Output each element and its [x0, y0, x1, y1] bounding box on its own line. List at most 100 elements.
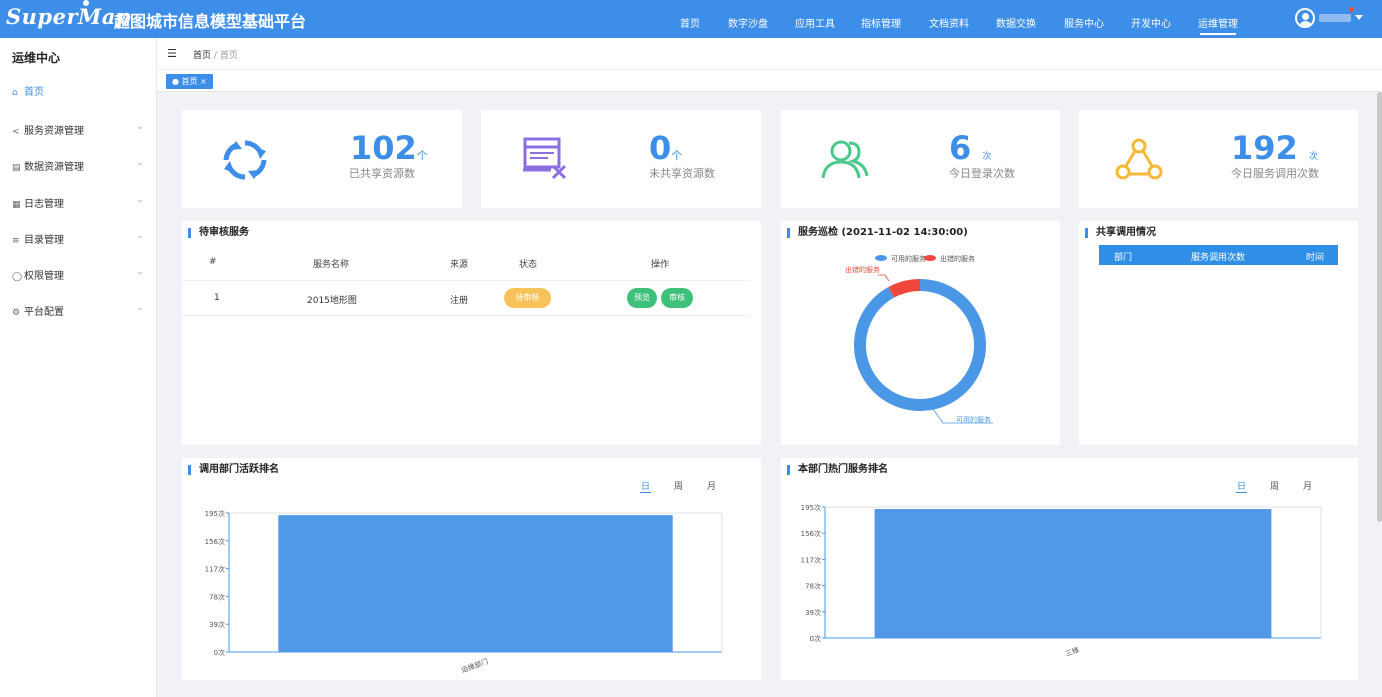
x-tick-label: 三维 — [1064, 645, 1080, 658]
unshared-icon — [523, 137, 567, 180]
scrollbar[interactable] — [1377, 92, 1382, 522]
sidebar-item-data-resources[interactable]: ▤ 数据资源管理 ⌄ — [12, 158, 144, 178]
nav-service-center[interactable]: 服务中心 — [1064, 15, 1104, 30]
stat-unit: 次 — [1308, 152, 1318, 162]
nav-dev-center[interactable]: 开发中心 — [1131, 15, 1171, 30]
stat-label: 今日服务调用次数 — [1231, 167, 1319, 180]
row-divider — [182, 315, 750, 316]
stat-label: 已共享资源数 — [349, 167, 415, 180]
table-header-index: # — [209, 257, 217, 267]
nav-digital-sandbox[interactable]: 数字沙盘 — [728, 15, 768, 30]
chevron-down-icon: ⌄ — [136, 231, 144, 241]
home-icon: ⌂ — [12, 88, 18, 98]
share-usage-table-header: 部门 服务调用次数 时间 — [1099, 245, 1338, 265]
nav-app-tools[interactable]: 应用工具 — [795, 15, 835, 30]
sidebar-item-label: 服务资源管理 — [24, 126, 84, 137]
nav-indicator-mgmt[interactable]: 指标管理 — [861, 15, 901, 30]
donut-slices — [854, 279, 986, 411]
breadcrumb-bar: ☰ 首页 / 首页 — [157, 38, 1382, 70]
table-header-time: 时间 — [1306, 253, 1325, 263]
row-service-name: 2015地形图 — [307, 296, 357, 306]
chevron-down-icon: ⌄ — [136, 122, 144, 132]
stat-value: 0个 — [649, 132, 682, 164]
service-inspection-panel: 服务巡检 (2021-11-02 14:30:00) 可用的服务 出错的服务 出… — [781, 221, 1060, 445]
table-header-actions: 操作 — [651, 260, 670, 270]
stat-label: 未共享资源数 — [649, 167, 715, 180]
y-tick-label: 195次 — [205, 509, 225, 518]
nav-documents[interactable]: 文档资料 — [929, 15, 969, 30]
sidebar-item-permissions[interactable]: ◯ 权限管理 ⌄ — [12, 267, 144, 287]
tab-bar: ● 首页 × — [157, 70, 1382, 92]
panel-title: 共享调用情况 — [1085, 228, 1156, 238]
preview-button[interactable]: 预览 — [627, 288, 657, 308]
sidebar-item-catalog[interactable]: ≡ 目录管理 ⌄ — [12, 231, 144, 251]
chevron-down-icon: ⌄ — [136, 303, 144, 313]
service-donut-chart: 可用的服务 出错的服务 出错的服务 可用的服务 — [845, 254, 993, 424]
donut-slice-ok — [854, 279, 986, 411]
error-slice-label: 出错的服务 — [845, 265, 880, 274]
breadcrumb-current: 首页 — [219, 51, 238, 61]
legend-error-swatch — [924, 255, 936, 261]
stat-unit: 次 — [982, 152, 992, 162]
breadcrumb-root[interactable]: 首页 — [193, 51, 211, 61]
stat-unit: 个 — [416, 149, 428, 162]
stat-card-shared: 102个 已共享资源数 — [182, 110, 462, 208]
donut-slice-error — [888, 279, 920, 298]
y-tick-label: 156次 — [205, 537, 225, 546]
sidebar-item-home[interactable]: ⌂ 首页 — [12, 83, 144, 103]
list-icon: ≡ — [12, 236, 20, 246]
legend-error: 出错的服务 — [924, 254, 975, 263]
stat-value: 192 次 — [1231, 132, 1318, 164]
stat-card-service-calls: 192 次 今日服务调用次数 — [1079, 110, 1358, 208]
table-header-name: 服务名称 — [313, 260, 350, 270]
stat-label: 今日登录次数 — [949, 167, 1015, 180]
nav-data-exchange[interactable]: 数据交换 — [996, 15, 1036, 30]
error-leader-line — [878, 274, 890, 282]
nav-home[interactable]: 首页 — [680, 15, 700, 30]
y-tick-label: 195次 — [801, 503, 821, 512]
ok-slice-label: 可用的服务 — [956, 415, 991, 424]
dept-ranking-chart: 0次 39次 78次 117次 156次 195次运维部门 — [205, 509, 723, 675]
bar — [874, 509, 1272, 638]
stat-number: 6 — [949, 129, 972, 167]
notification-dot — [1349, 7, 1354, 12]
nav-ops-mgmt[interactable]: 运维管理 — [1198, 15, 1238, 35]
chevron-down-icon: ⌄ — [136, 195, 144, 205]
x-tick-label: 运维部门 — [460, 657, 489, 675]
stat-value: 102个 — [350, 132, 428, 164]
user-icon: ◯ — [12, 272, 23, 282]
stat-card-logins: 6 次 今日登录次数 — [781, 110, 1060, 208]
breadcrumb-separator: / — [213, 51, 217, 61]
y-tick-label: 0次 — [214, 648, 225, 657]
legend-error-label: 出错的服务 — [940, 254, 975, 263]
tab-home[interactable]: ● 首页 × — [166, 74, 213, 89]
log-icon: ▦ — [12, 200, 21, 210]
review-button[interactable]: 审核 — [661, 288, 693, 308]
user-menu[interactable] — [1295, 7, 1365, 30]
logo: SuperMap — [6, 4, 132, 29]
sidebar-title: 运维中心 — [12, 51, 61, 65]
row-source: 注册 — [450, 296, 469, 306]
menu-toggle-icon[interactable]: ☰ — [167, 47, 177, 60]
hot-services-panel: 本部门热门服务排名 日 周 月 0次 39次 78次 117次 156次 195次 三维 — [781, 458, 1358, 680]
dept-ranking-panel: 调用部门活跃排名 日 周 月 0次 39次 78次 117次 156次 195次 运维部门 — [182, 458, 761, 680]
table-header-calls: 服务调用次数 — [1191, 253, 1246, 263]
y-tick-label: 39次 — [805, 608, 821, 617]
settings-icon: ⚙ — [12, 308, 21, 318]
logo-dot — [83, 0, 89, 6]
y-tick-label: 39次 — [209, 620, 225, 629]
database-icon: ▤ — [12, 163, 21, 173]
sidebar-item-platform-config[interactable]: ⚙ 平台配置 ⌄ — [12, 303, 144, 323]
sidebar-item-label: 目录管理 — [24, 235, 64, 246]
avatar-icon — [1295, 8, 1315, 28]
stat-number: 102 — [350, 129, 417, 167]
top-bar: SuperMap 超图城市信息模型基础平台 首页 数字沙盘 应用工具 指标管理 … — [0, 0, 1382, 38]
sidebar-item-label: 首页 — [24, 87, 44, 98]
chevron-down-icon: ⌄ — [136, 267, 144, 277]
sidebar-item-logs[interactable]: ▦ 日志管理 ⌄ — [12, 195, 144, 215]
sidebar-item-service-resources[interactable]: < 服务资源管理 ⌄ — [12, 122, 144, 142]
y-tick-label: 0次 — [810, 634, 821, 643]
share-icon: < — [12, 127, 20, 137]
table-header-dept: 部门 — [1114, 253, 1133, 263]
y-tick-label: 78次 — [209, 592, 225, 601]
